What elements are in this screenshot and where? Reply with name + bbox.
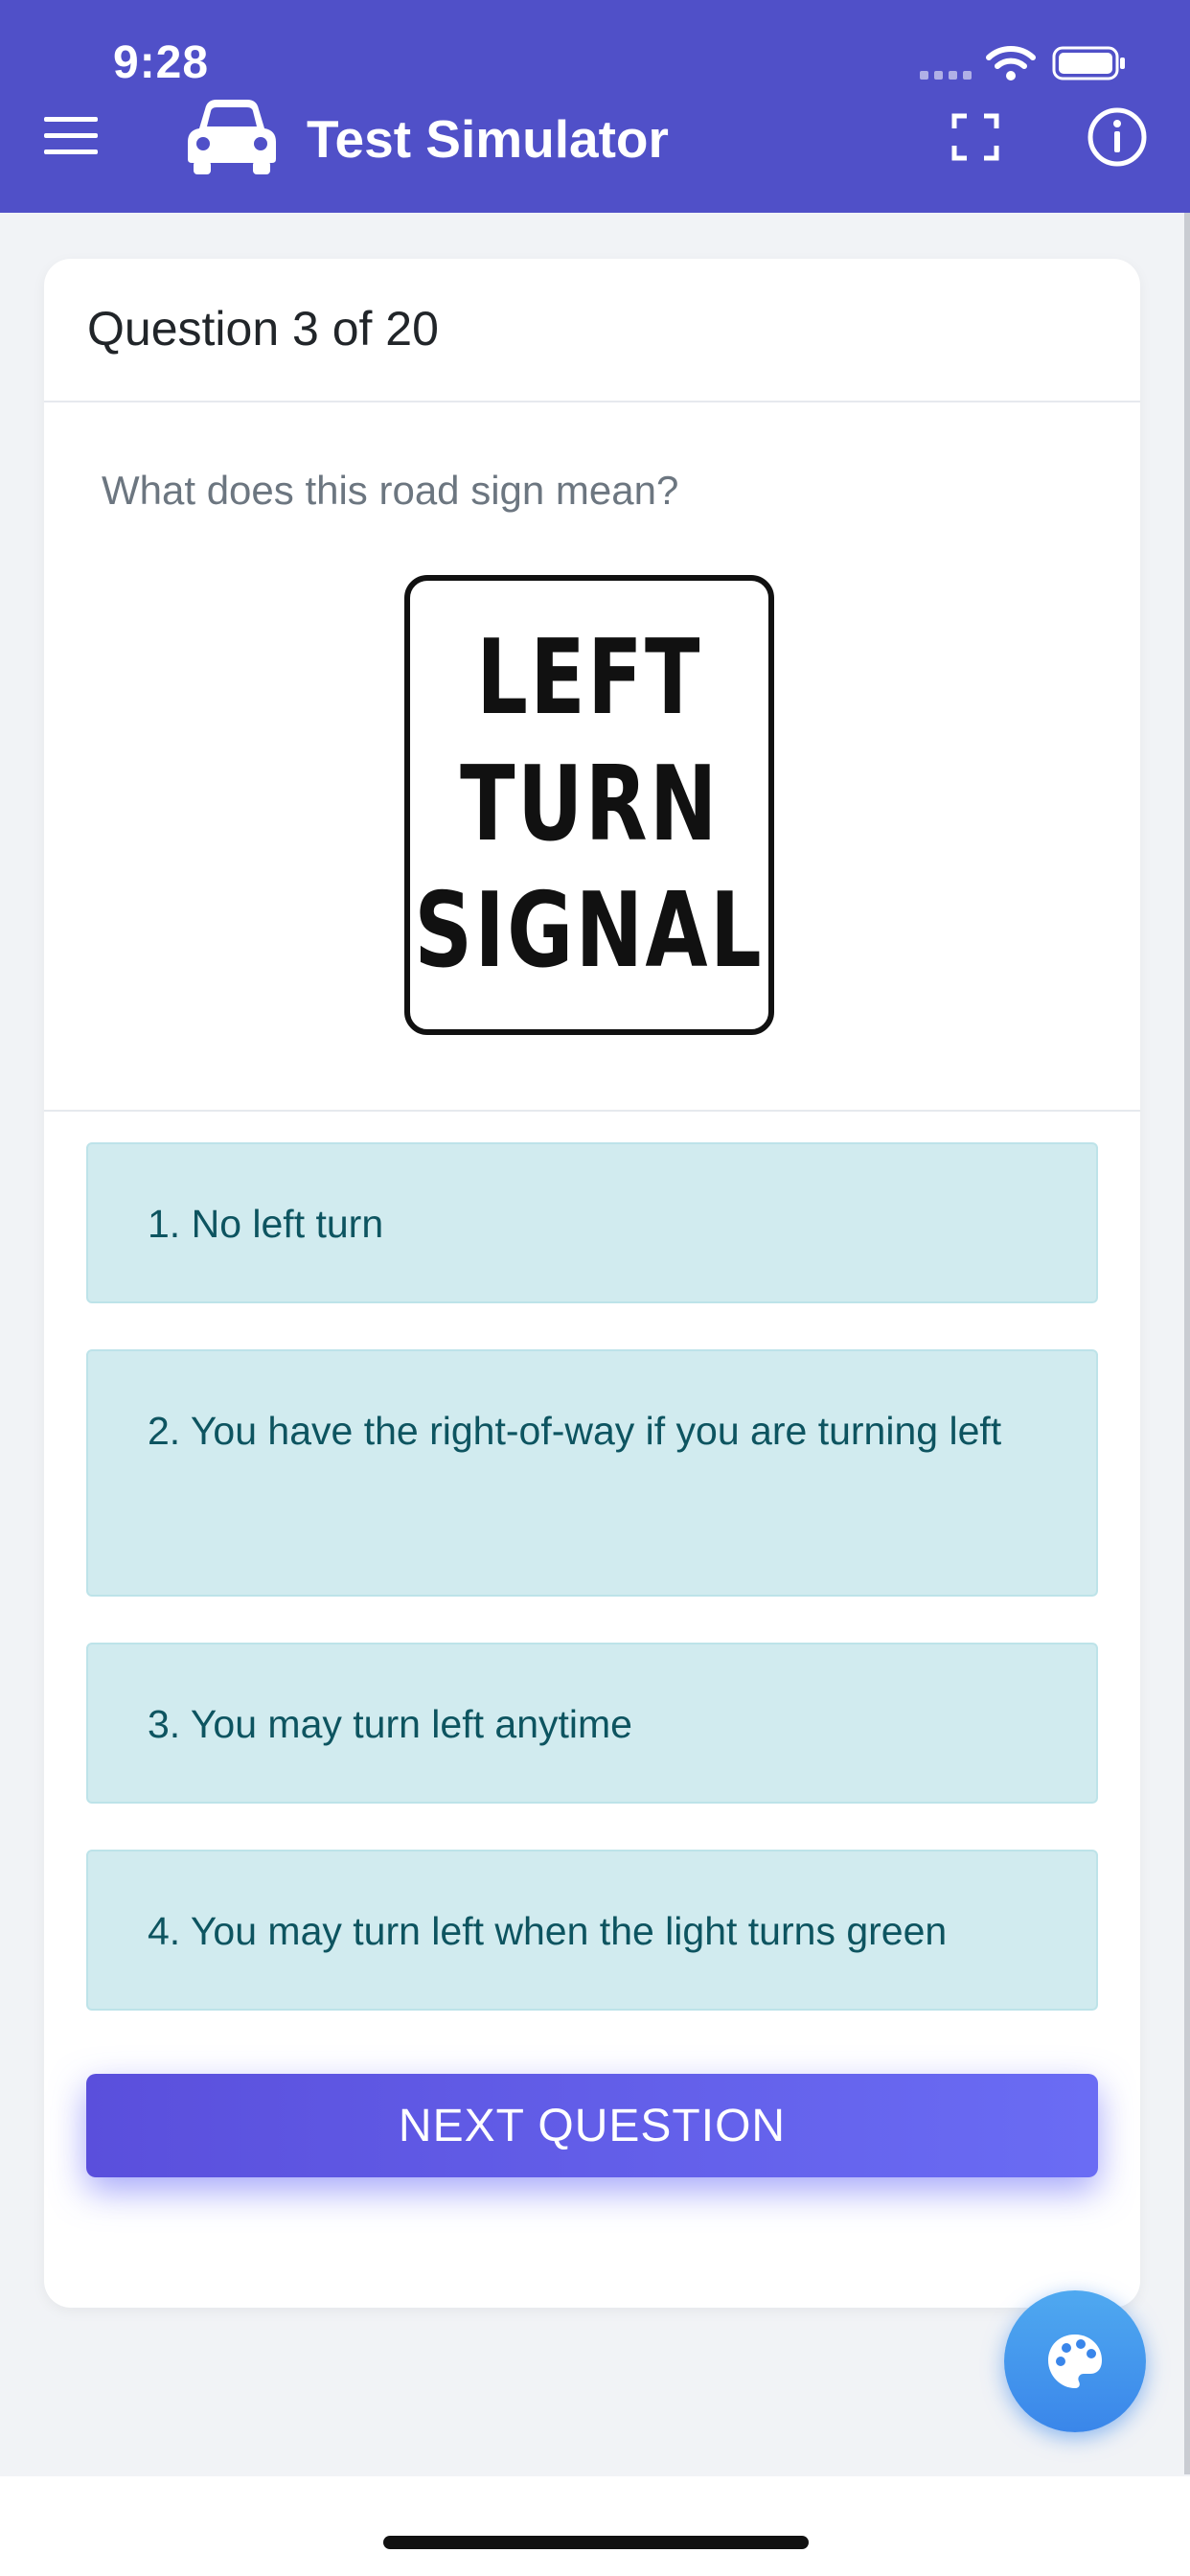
question-text: What does this road sign mean? (102, 468, 679, 513)
answer-option-2[interactable]: 2. You have the right-of-way if you are … (86, 1349, 1098, 1597)
answer-option-4[interactable]: 4. You may turn left when the light turn… (86, 1850, 1098, 2011)
bottom-safe-area (0, 2476, 1190, 2576)
status-time: 9:28 (113, 37, 210, 88)
palette-icon (1048, 2334, 1102, 2388)
app-header: 9:28 Test Simulator (0, 0, 1190, 213)
sign-text-line: LEFT (476, 618, 702, 738)
battery-icon (1052, 46, 1125, 80)
answer-label: 2. You have the right-of-way if you are … (148, 1409, 1002, 1453)
scrollbar[interactable] (1184, 213, 1190, 2474)
fullscreen-icon[interactable] (951, 113, 999, 161)
answer-label: 1. No left turn (148, 1202, 384, 1246)
answer-label: 3. You may turn left anytime (148, 1702, 632, 1746)
question-progress: Question 3 of 20 (87, 302, 439, 356)
question-card: Question 3 of 20 What does this road sig… (44, 259, 1140, 2308)
card-header: Question 3 of 20 (44, 259, 1140, 402)
theme-palette-button[interactable] (1004, 2290, 1146, 2432)
road-sign-image: LEFT TURN SIGNAL (404, 575, 774, 1035)
cellular-signal-icon (920, 71, 973, 80)
menu-icon[interactable] (44, 115, 98, 157)
app-title: Test Simulator (307, 109, 669, 169)
home-indicator[interactable] (383, 2536, 809, 2549)
info-icon[interactable] (1087, 106, 1148, 168)
car-icon (188, 100, 276, 174)
wifi-icon (986, 46, 1036, 80)
answer-option-3[interactable]: 3. You may turn left anytime (86, 1643, 1098, 1804)
answer-label: 4. You may turn left when the light turn… (148, 1909, 948, 1953)
next-question-button[interactable]: NEXT QUESTION (86, 2074, 1098, 2177)
answer-option-1[interactable]: 1. No left turn (86, 1142, 1098, 1303)
sign-text-line: TURN (459, 745, 720, 864)
divider (44, 1110, 1140, 1112)
sign-text-line: SIGNAL (414, 871, 765, 991)
